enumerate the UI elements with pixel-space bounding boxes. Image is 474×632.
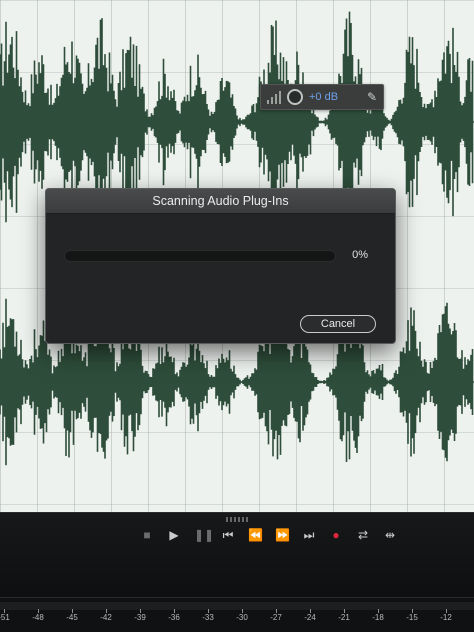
skip-forward-icon: ⏭ <box>303 528 315 542</box>
go-to-start-button[interactable]: ⏮ <box>221 527 235 543</box>
meter-tick-label: -45 <box>66 613 78 622</box>
meter-tick-label: -51 <box>0 613 10 622</box>
play-button[interactable]: ▶ <box>167 527 181 543</box>
level-meter: -51 -48 -45 -42 -39 -36 -33 -30 -27 -24 -21 -18 -15 -… <box>0 597 474 632</box>
waveform-editor[interactable]: +0 dB ✎ Scanning Audio Plug-Ins 0% Cance… <box>0 0 474 512</box>
skip-back-icon: ⏮ <box>222 528 234 542</box>
rewind-button[interactable]: ⏪ <box>248 527 263 543</box>
skip-selection-icon: ⇹ <box>384 528 396 542</box>
meter-tick-label: -12 <box>440 613 452 622</box>
scanning-plugins-dialog: Scanning Audio Plug-Ins 0% Cancel <box>45 188 396 344</box>
meter-tick-label: -27 <box>270 613 282 622</box>
dialog-title: Scanning Audio Plug-Ins <box>152 194 289 208</box>
panel-resize-grip[interactable] <box>226 517 248 522</box>
transport-controls: ■ ▶ ❚❚ ⏮ ⏪ ⏩ ⏭ ● ⇄ ⇹ <box>140 527 397 543</box>
dialog-title-bar: Scanning Audio Plug-Ins <box>46 189 395 214</box>
stop-button[interactable]: ■ <box>140 527 154 543</box>
pin-icon[interactable]: ✎ <box>367 90 377 104</box>
loop-button[interactable]: ⇄ <box>356 527 370 543</box>
skip-selection-button[interactable]: ⇹ <box>383 527 397 543</box>
stop-icon: ■ <box>143 528 151 542</box>
gain-readout[interactable]: +0 dB <box>309 91 338 103</box>
meter-tick-label: -15 <box>406 613 418 622</box>
record-icon: ● <box>332 528 340 542</box>
pause-icon: ❚❚ <box>194 528 215 542</box>
meter-tick-label: -33 <box>202 613 214 622</box>
meter-tick-label: -48 <box>32 613 44 622</box>
meter-tick-label: -30 <box>236 613 248 622</box>
loop-icon: ⇄ <box>357 528 369 542</box>
play-icon: ▶ <box>169 528 179 542</box>
record-button[interactable]: ● <box>329 527 343 543</box>
level-meter-icon <box>267 90 281 104</box>
rewind-icon: ⏪ <box>248 528 263 542</box>
meter-tick-label: -42 <box>100 613 112 622</box>
meter-tick-label: -36 <box>168 613 180 622</box>
progress-bar <box>64 250 336 262</box>
meter-tick-label: -21 <box>338 613 350 622</box>
meter-tick-label: -18 <box>372 613 384 622</box>
transport-bar: ■ ▶ ❚❚ ⏮ ⏪ ⏩ ⏭ ● ⇄ ⇹ <box>0 512 474 598</box>
cancel-button[interactable]: Cancel <box>300 315 376 333</box>
go-to-end-button[interactable]: ⏭ <box>302 527 316 543</box>
pause-button[interactable]: ❚❚ <box>194 527 214 543</box>
progress-percent: 0% <box>352 249 368 261</box>
meter-tick-label: -24 <box>304 613 316 622</box>
volume-knob-icon[interactable] <box>287 89 303 105</box>
fast-forward-button[interactable]: ⏩ <box>275 527 290 543</box>
fast-forward-icon: ⏩ <box>275 528 290 542</box>
clip-gain-hud[interactable]: +0 dB ✎ <box>260 84 384 110</box>
meter-tick-label: -39 <box>134 613 146 622</box>
